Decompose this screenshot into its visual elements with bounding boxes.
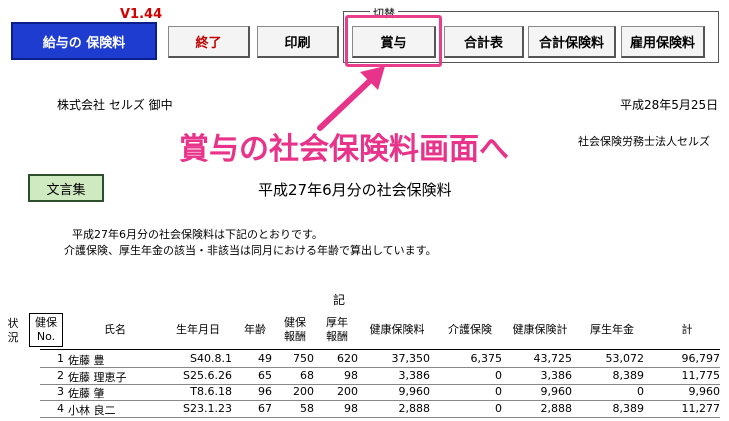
cell-health-total: 9,960 bbox=[540, 385, 573, 398]
cell-health-total: 2,888 bbox=[540, 401, 573, 415]
version-label: V1.44 bbox=[120, 7, 163, 22]
total-table-button[interactable]: 合計表 bbox=[444, 26, 524, 58]
cell-name: 佐藤 豊 bbox=[68, 354, 105, 367]
ki-label: 記 bbox=[333, 293, 346, 307]
row-divider bbox=[40, 416, 720, 418]
cell-kenpo: 68 bbox=[300, 368, 314, 382]
cell-age: 65 bbox=[258, 368, 272, 382]
col-header-name: 氏名 bbox=[104, 323, 126, 336]
col-header-no: 健保 No. bbox=[35, 316, 57, 343]
cell-care: 0 bbox=[495, 385, 502, 398]
cell-pension: 0 bbox=[637, 385, 644, 398]
cell-no: 4 bbox=[57, 401, 64, 415]
cell-total: 96,797 bbox=[681, 352, 721, 365]
cell-care: 6,375 bbox=[470, 352, 503, 365]
cell-no: 1 bbox=[57, 352, 64, 365]
cell-name: 小林 良二 bbox=[68, 403, 116, 417]
body-line-1: 平成27年6月分の社会保険料は下記のとおりです。 bbox=[72, 228, 323, 241]
col-header-kenpo: 健保 報酬 bbox=[284, 316, 306, 343]
col-header-care: 介護保険 bbox=[448, 323, 492, 336]
header-divider bbox=[40, 349, 720, 350]
cell-care: 0 bbox=[495, 401, 502, 415]
cell-birthday: T8.6.18 bbox=[190, 385, 232, 398]
cell-pension: 8,389 bbox=[612, 368, 645, 382]
addressee: 株式会社 セルズ 御中 bbox=[57, 98, 173, 112]
cell-health-total: 3,386 bbox=[540, 368, 573, 382]
cell-health: 37,350 bbox=[391, 352, 431, 365]
cell-age: 49 bbox=[258, 352, 272, 365]
col-header-health: 健康保険料 bbox=[369, 323, 425, 336]
cell-no: 2 bbox=[57, 368, 64, 382]
cell-health: 2,888 bbox=[398, 401, 431, 415]
cell-health-total: 43,725 bbox=[533, 352, 573, 365]
body-line-2: 介護保険、厚生年金の該当・非該当は同月における年齢で算出しています。 bbox=[64, 244, 437, 257]
col-header-pension: 厚生年金 bbox=[590, 323, 634, 336]
cell-health: 3,386 bbox=[398, 368, 431, 382]
cell-kenpo: 200 bbox=[293, 385, 314, 398]
cell-total: 11,775 bbox=[681, 368, 721, 382]
cell-no: 3 bbox=[57, 385, 64, 398]
cell-kosei: 98 bbox=[344, 401, 358, 415]
letter-title: 平成27年6月分の社会保険料 bbox=[258, 181, 452, 199]
cell-care: 0 bbox=[495, 368, 502, 382]
bunsho-button[interactable]: 文言集 bbox=[28, 174, 104, 202]
sender: 社会保険労務士法人セルズ bbox=[578, 135, 710, 148]
cell-birthday: S25.6.26 bbox=[183, 368, 232, 382]
col-header-kosei: 厚年 報酬 bbox=[326, 316, 348, 343]
cell-kosei: 98 bbox=[344, 368, 358, 382]
col-header-age: 年齢 bbox=[244, 323, 266, 336]
total-insurance-button[interactable]: 合計保険料 bbox=[528, 26, 616, 58]
main-salary-insurance-button[interactable]: 給与の 保険料 bbox=[11, 22, 157, 60]
col-header-status: 状況 bbox=[7, 317, 19, 344]
letter-date: 平成28年5月25日 bbox=[620, 98, 719, 112]
cell-kenpo: 58 bbox=[300, 401, 314, 415]
cell-kenpo: 750 bbox=[293, 352, 314, 365]
cell-age: 96 bbox=[258, 385, 272, 398]
cell-birthday: S40.8.1 bbox=[190, 352, 232, 365]
cell-pension: 53,072 bbox=[605, 352, 645, 365]
annotation-callout: 賞与の社会保険料画面へ bbox=[179, 132, 509, 167]
cell-total: 11,277 bbox=[681, 401, 721, 415]
exit-button[interactable]: 終了 bbox=[168, 26, 250, 58]
col-header-birthday: 生年月日 bbox=[176, 323, 220, 336]
cell-kosei: 200 bbox=[337, 385, 358, 398]
col-header-health-total: 健康保険計 bbox=[512, 323, 568, 336]
employment-insurance-button[interactable]: 雇用保険料 bbox=[621, 26, 705, 58]
cell-pension: 8,389 bbox=[612, 401, 645, 415]
col-header-total: 計 bbox=[681, 323, 693, 336]
cell-health: 9,960 bbox=[398, 385, 431, 398]
cell-name: 佐藤 理恵子 bbox=[68, 370, 127, 384]
cell-kosei: 620 bbox=[337, 352, 358, 365]
cell-total: 9,960 bbox=[688, 385, 721, 398]
cell-age: 67 bbox=[258, 401, 272, 415]
cell-birthday: S23.1.23 bbox=[183, 401, 232, 415]
print-button[interactable]: 印刷 bbox=[257, 26, 339, 58]
cell-name: 佐藤 肇 bbox=[68, 387, 105, 400]
